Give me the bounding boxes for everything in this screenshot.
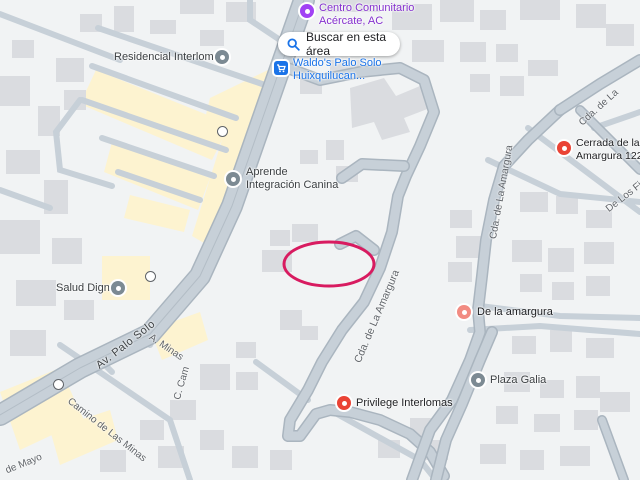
poi-name-line2: Integración Canina [246, 179, 339, 191]
poi-name-line1: Cerrada de la [576, 137, 640, 149]
bus-stop-icon[interactable] [217, 126, 228, 137]
place-icon[interactable] [215, 50, 229, 64]
community-center-icon[interactable] [300, 4, 314, 18]
highlight-ellipse [282, 240, 376, 288]
place-icon[interactable] [557, 141, 571, 155]
map-canvas[interactable]: Buscar en esta área Centro Comunitario A… [0, 0, 640, 480]
search-icon [287, 37, 300, 51]
poi-name-line1: Centro Comunitario [319, 2, 415, 14]
poi-name-line1: Aprende [246, 166, 288, 178]
place-icon[interactable] [226, 172, 240, 186]
search-this-area-label: Buscar en esta área [306, 30, 387, 58]
place-icon[interactable] [337, 396, 351, 410]
poi-label-plaza-galia[interactable]: Plaza Galia [490, 374, 546, 387]
poi-label-centro-comunitario[interactable]: Centro Comunitario Acércate, AC [319, 2, 414, 28]
poi-label-privilege-interlomas[interactable]: Privilege Interlomas [356, 397, 453, 410]
place-icon[interactable] [111, 281, 125, 295]
place-icon[interactable] [457, 305, 471, 319]
poi-name-line1: Waldo's Palo Solo [293, 57, 382, 69]
poi-label-residencial-interlomas[interactable]: Residencial Interlomas [114, 51, 225, 64]
place-icon[interactable] [471, 373, 485, 387]
shopping-cart-icon[interactable] [274, 61, 288, 75]
poi-label-salud-digna[interactable]: Salud Digna [56, 282, 116, 295]
poi-name-line2: Huixquilucan... [293, 70, 366, 82]
poi-label-waldos[interactable]: Waldo's Palo Solo Huixquilucan... [293, 57, 382, 83]
bus-stop-icon[interactable] [53, 379, 64, 390]
poi-name-line2: Amargura 122 [576, 150, 640, 162]
poi-name-line2: Acércate, AC [319, 15, 384, 27]
poi-label-de-la-amargura[interactable]: De la amargura [477, 306, 553, 319]
poi-label-aprende[interactable]: Aprende Integración Canina [246, 166, 338, 192]
search-this-area-button[interactable]: Buscar en esta área [278, 30, 400, 58]
bus-stop-icon[interactable] [145, 271, 156, 282]
poi-label-cerrada-amargura-122[interactable]: Cerrada de la Amargura 122 [576, 137, 640, 163]
